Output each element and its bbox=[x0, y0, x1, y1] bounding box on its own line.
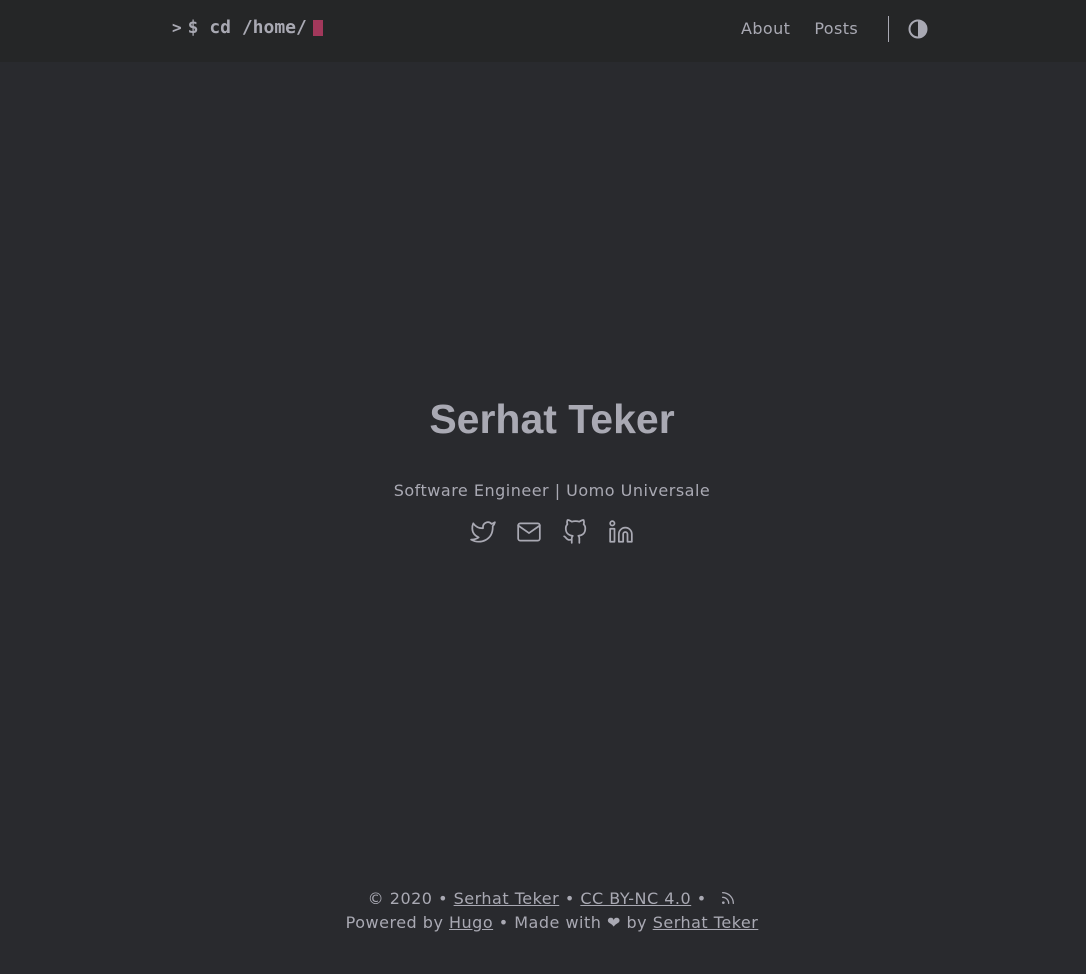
footer-license-link[interactable]: CC BY-NC 4.0 bbox=[580, 889, 691, 908]
site-header: > $ cd /home/ About Posts bbox=[0, 0, 1086, 62]
menu-divider bbox=[888, 16, 889, 42]
rss-link[interactable] bbox=[720, 890, 736, 906]
footer-separator: • bbox=[696, 889, 707, 908]
github-link[interactable] bbox=[562, 519, 588, 545]
rss-icon bbox=[722, 892, 735, 904]
footer-made-by-link[interactable]: Serhat Teker bbox=[653, 913, 759, 932]
theme-toggle-button[interactable] bbox=[908, 19, 928, 39]
logo-cursor bbox=[312, 19, 323, 36]
github-icon bbox=[563, 519, 587, 544]
logo-text: $ cd /home/ bbox=[187, 17, 307, 38]
nav-posts-link[interactable]: Posts bbox=[814, 19, 858, 38]
footer-made-with: • Made with ❤ by bbox=[498, 913, 648, 932]
main-nav: About Posts bbox=[741, 19, 858, 38]
hero-subtitle: Software Engineer | Uomo Universale bbox=[393, 481, 711, 500]
twitter-icon bbox=[470, 521, 496, 543]
footer-copyright: © 2020 • bbox=[367, 889, 448, 908]
footer-separator: • bbox=[564, 889, 575, 908]
footer-powered-line: Powered by Hugo • Made with ❤ by Serhat … bbox=[0, 913, 1086, 932]
logo-prompt: > bbox=[172, 18, 182, 37]
linkedin-icon bbox=[609, 520, 633, 543]
footer-powered-by: Powered by bbox=[345, 913, 444, 932]
social-links bbox=[470, 519, 654, 545]
mail-icon bbox=[517, 522, 541, 542]
linkedin-link[interactable] bbox=[608, 519, 634, 545]
nav-about-link[interactable]: About bbox=[741, 19, 790, 38]
hero-title: Serhat Teker bbox=[429, 396, 675, 442]
site-logo[interactable]: > $ cd /home/ bbox=[172, 17, 323, 38]
footer-author-link[interactable]: Serhat Teker bbox=[454, 889, 560, 908]
footer-hugo-link[interactable]: Hugo bbox=[449, 913, 493, 932]
email-link[interactable] bbox=[516, 519, 542, 545]
half-circle-icon bbox=[908, 19, 928, 39]
footer-copyright-line: © 2020 • Serhat Teker • CC BY-NC 4.0 • bbox=[0, 889, 1086, 908]
twitter-link[interactable] bbox=[470, 519, 496, 545]
